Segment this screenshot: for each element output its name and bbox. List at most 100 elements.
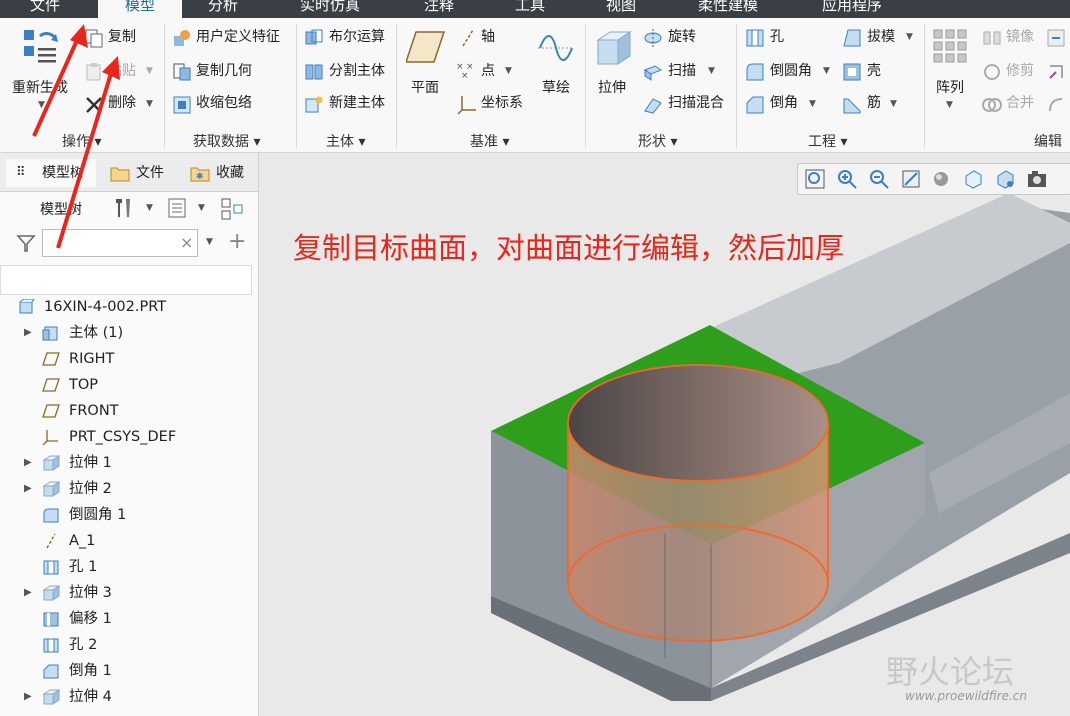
new-body-button[interactable]: 新建主体 (329, 95, 385, 111)
chevron-down-icon[interactable]: ▼ (809, 99, 816, 109)
sketch-button[interactable]: 草绘 (542, 80, 570, 96)
expand-arrow-icon[interactable]: ▶ (24, 581, 32, 605)
tree-item[interactable]: ▶ 主体 (1) (0, 321, 255, 345)
swept-blend-button[interactable]: 扫描混合 (668, 95, 724, 111)
round-button[interactable]: 倒圆角 (770, 63, 812, 79)
sweep-button[interactable]: 扫描 (668, 63, 696, 79)
graphics-viewport[interactable]: 复制目标曲面，对曲面进行编辑，然后加厚 野火论坛 www.proewildfir… (259, 153, 1070, 716)
copy-geometry-button[interactable]: 复制几何 (196, 63, 252, 79)
tree-item[interactable]: RIGHT (0, 347, 255, 371)
zoom-in-icon[interactable] (836, 168, 858, 190)
chevron-down-icon[interactable]: ▼ (146, 203, 153, 213)
expand-arrow-icon[interactable]: ▶ (24, 321, 32, 345)
tree-item[interactable]: ▶ 拉伸 3 (0, 581, 255, 605)
chevron-down-icon[interactable]: ▼ (146, 99, 153, 109)
group-label-getdata[interactable]: 获取数据 ▾ (193, 131, 260, 151)
zoom-out-icon[interactable] (868, 168, 890, 190)
expand-arrow-icon[interactable]: ▶ (24, 685, 32, 709)
menu-tab-annotate[interactable]: 注释 (424, 0, 454, 18)
menu-tab-file[interactable]: 文件 (30, 0, 60, 18)
tree-item[interactable]: PRT_CSYS_DEF (0, 425, 255, 449)
camera-icon[interactable] (1026, 168, 1048, 190)
rib-button[interactable]: 筋 (867, 95, 881, 111)
tree-item[interactable]: ▶ 拉伸 4 (0, 685, 255, 709)
tab-favorites[interactable]: ✱ 收藏 (188, 159, 258, 187)
chevron-down-icon[interactable]: ▼ (708, 66, 715, 76)
shell-button[interactable]: 壳 (867, 63, 881, 79)
tree-item[interactable]: ▶ 拉伸 2 (0, 477, 255, 501)
hole-button[interactable]: 孔 (770, 29, 784, 45)
merge-button[interactable]: 合并 (1006, 95, 1034, 111)
menu-tab-applications[interactable]: 应用程序 (822, 0, 882, 18)
tab-files[interactable]: 文件 (108, 159, 184, 187)
group-label-datum[interactable]: 基准 ▾ (470, 131, 509, 151)
udf-button[interactable]: 用户定义特征 (196, 29, 280, 45)
chevron-down-icon[interactable]: ▼ (823, 66, 830, 76)
trim-button[interactable]: 修剪 (1006, 63, 1034, 79)
settings-tools-icon[interactable] (112, 197, 134, 219)
group-label-engineering[interactable]: 工程 ▾ (808, 131, 847, 151)
menu-tab-flexible[interactable]: 柔性建模 (698, 0, 758, 18)
expand-arrow-icon[interactable]: ▶ (24, 477, 32, 501)
group-label-operations[interactable]: 操作 ▾ (62, 131, 101, 151)
chevron-down-icon[interactable]: ▼ (38, 100, 45, 110)
group-label-editing[interactable]: 编辑 (1034, 131, 1062, 151)
zoom-fit-icon[interactable] (804, 168, 826, 190)
menu-tab-simulation[interactable]: 实时仿真 (300, 0, 360, 18)
add-icon[interactable]: + (228, 229, 246, 254)
boolean-button[interactable]: 布尔运算 (329, 29, 385, 45)
split-body-button[interactable]: 分割主体 (329, 63, 385, 79)
menu-tab-view[interactable]: 视图 (606, 0, 636, 18)
menu-tab-model[interactable]: 模型 (98, 0, 182, 18)
refit-icon[interactable] (900, 168, 922, 190)
extrude-button[interactable]: 拉伸 (598, 80, 626, 96)
group-label-body[interactable]: 主体 ▾ (326, 131, 365, 151)
tree-item[interactable]: 孔 1 (0, 555, 255, 579)
chevron-down-icon[interactable]: ▼ (890, 99, 897, 109)
watermark-url: www.proewildfire.cn (905, 689, 1027, 703)
tree-item[interactable]: ▶ 拉伸 1 (0, 451, 255, 475)
menu-tab-tools[interactable]: 工具 (515, 0, 545, 18)
chevron-down-icon[interactable]: ▼ (946, 100, 953, 110)
tree-item[interactable]: 倒圆角 1 (0, 503, 255, 527)
tree-item[interactable]: FRONT (0, 399, 255, 423)
chevron-down-icon[interactable]: ▼ (505, 66, 512, 76)
menu-tab-analysis[interactable]: 分析 (208, 0, 238, 18)
point-button[interactable]: 点 (481, 63, 495, 79)
show-columns-icon[interactable] (166, 197, 188, 219)
chamfer-button[interactable]: 倒角 (770, 95, 798, 111)
tab-model-tree[interactable]: ⠿ 模型树 (6, 159, 96, 187)
regenerate-button[interactable]: 重新生成 (12, 80, 68, 96)
shrinkwrap-button[interactable]: 收缩包络 (196, 95, 252, 111)
csys-button[interactable]: 坐标系 (481, 95, 523, 111)
group-label-shape[interactable]: 形状 ▾ (638, 131, 677, 151)
view-manager-icon[interactable] (994, 168, 1016, 190)
saved-orientations-icon[interactable] (962, 168, 984, 190)
paste-button[interactable]: 粘贴 (108, 63, 136, 79)
axis-button[interactable]: 轴 (481, 29, 495, 45)
chevron-down-icon[interactable]: ▼ (906, 32, 913, 42)
tree-item[interactable]: 偏移 1 (0, 607, 255, 631)
copy-button[interactable]: 复制 (108, 29, 136, 45)
tree-item[interactable]: 孔 2 (0, 633, 255, 657)
tree-item-label: RIGHT (69, 351, 115, 367)
mirror-button[interactable]: 镜像 (1006, 29, 1034, 45)
plane-button[interactable]: 平面 (411, 80, 439, 96)
chevron-down-icon[interactable]: ▼ (206, 237, 213, 247)
chevron-down-icon[interactable]: ▼ (146, 66, 153, 76)
revolve-icon (644, 29, 662, 47)
draft-button[interactable]: 拔模 (867, 29, 895, 45)
expand-arrow-icon[interactable]: ▶ (24, 451, 32, 475)
tree-item[interactable]: TOP (0, 373, 255, 397)
chevron-down-icon[interactable]: ▼ (198, 203, 205, 213)
delete-button[interactable]: 删除 (108, 95, 136, 111)
tree-filter-icon[interactable] (220, 197, 246, 221)
revolve-button[interactable]: 旋转 (668, 29, 696, 45)
pattern-button[interactable]: 阵列 (936, 80, 964, 96)
display-style-icon[interactable] (930, 168, 952, 190)
tree-item[interactable]: A_1 (0, 529, 255, 553)
tree-item[interactable]: 倒角 1 (0, 659, 255, 683)
tree-item[interactable]: 16XIN-4-002.PRT (0, 295, 255, 319)
tree-search-input[interactable] (42, 229, 198, 257)
clear-icon[interactable]: × (180, 233, 193, 252)
